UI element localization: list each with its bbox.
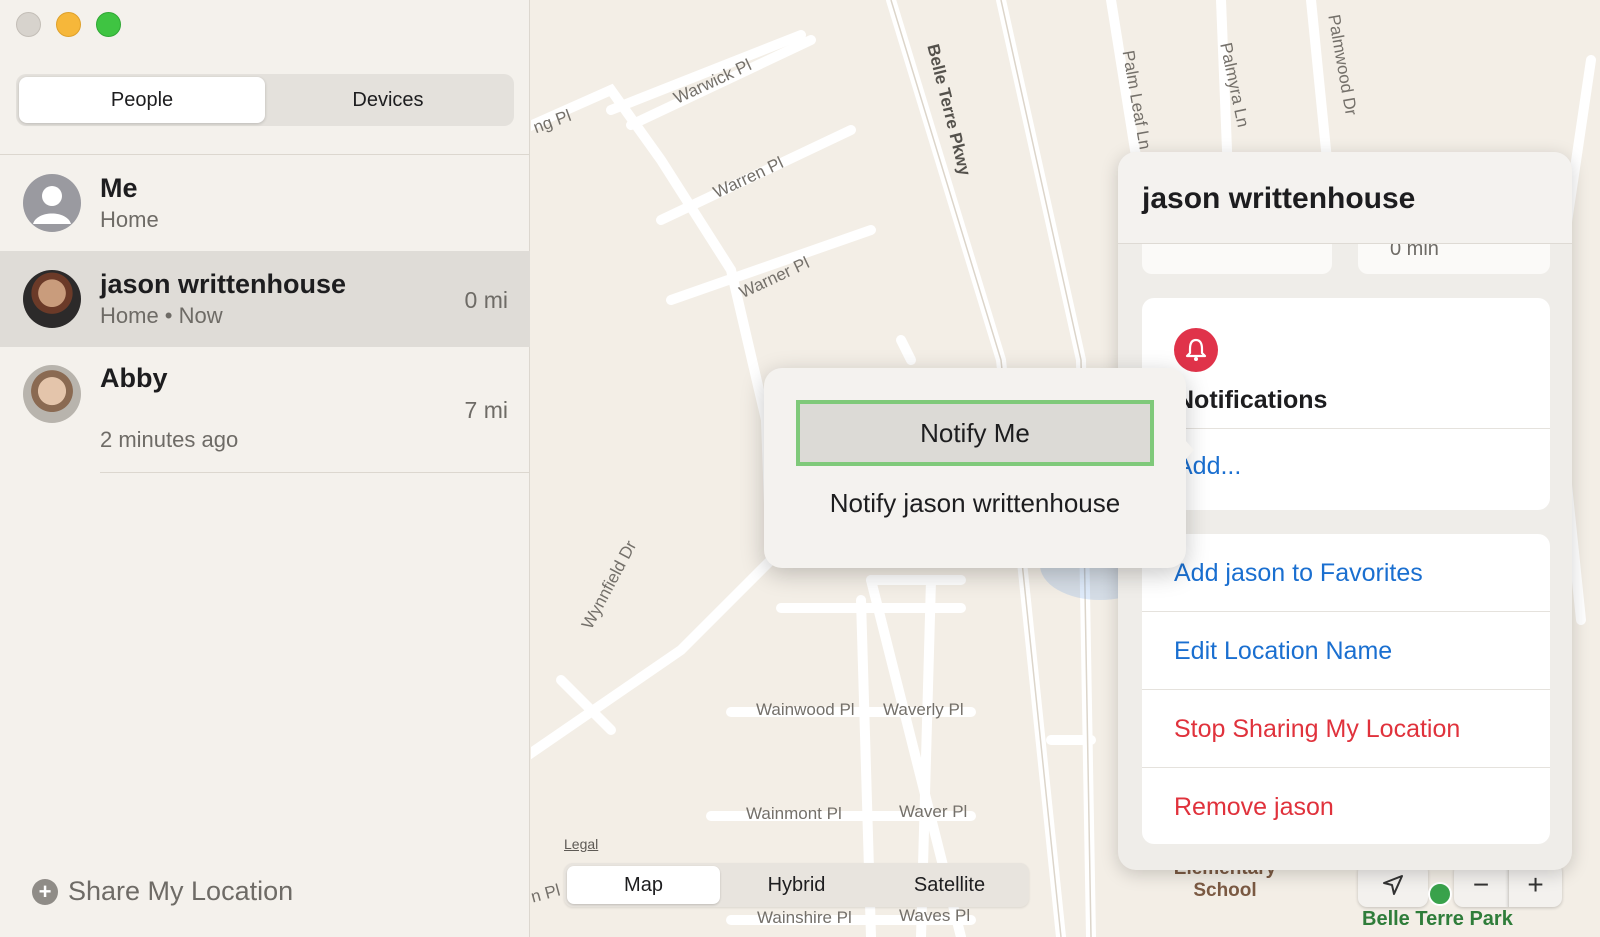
- tab-devices[interactable]: Devices: [265, 77, 511, 123]
- plus-circle-icon: +: [32, 878, 58, 905]
- person-name: Abby: [100, 363, 168, 393]
- divider: [1142, 428, 1550, 429]
- share-my-location-button[interactable]: + Share My Location: [32, 876, 293, 907]
- minimize-window-button[interactable]: [56, 12, 81, 37]
- person-detail-card: 0 min jason writtenhouse Notifications A…: [1118, 152, 1572, 870]
- info-tile: [1142, 244, 1332, 274]
- card-title: jason writtenhouse: [1142, 182, 1416, 215]
- map-mode-satellite[interactable]: Satellite: [873, 866, 1026, 904]
- remove-person-button[interactable]: Remove jason: [1142, 768, 1550, 846]
- list-item-abby[interactable]: Abby 2 minutes ago 7 mi: [0, 347, 530, 473]
- edit-location-name-button[interactable]: Edit Location Name: [1142, 612, 1550, 690]
- sidebar: People Devices Me Home jason writtenhous…: [0, 0, 530, 937]
- person-subtitle: Home • Now: [100, 303, 223, 328]
- person-icon: [33, 186, 71, 224]
- notify-person-option[interactable]: Notify jason writtenhouse: [796, 470, 1154, 536]
- row-divider: [100, 472, 530, 473]
- street-label: Wainmont Pl: [746, 804, 842, 823]
- location-arrow-icon: [1383, 875, 1403, 895]
- people-devices-tabs: People Devices: [16, 74, 514, 126]
- notifications-title: Notifications: [1176, 386, 1328, 414]
- add-to-favorites-button[interactable]: Add jason to Favorites: [1142, 534, 1550, 612]
- notify-me-option[interactable]: Notify Me: [796, 400, 1154, 466]
- person-name: Me: [100, 173, 138, 203]
- bell-icon: [1174, 328, 1218, 372]
- street-label: Waves Pl: [899, 906, 971, 925]
- street-label: Waverly Pl: [883, 700, 964, 719]
- close-window-button[interactable]: [16, 12, 41, 37]
- stop-sharing-location-button[interactable]: Stop Sharing My Location: [1142, 690, 1550, 768]
- list-item-jason[interactable]: jason writtenhouse Home • Now 0 mi: [0, 251, 530, 347]
- legal-link[interactable]: Legal: [564, 836, 598, 852]
- person-name: jason writtenhouse: [100, 269, 347, 299]
- map-mode-hybrid[interactable]: Hybrid: [720, 866, 873, 904]
- avatar: [23, 270, 81, 328]
- share-my-location-label: Share My Location: [68, 876, 294, 906]
- avatar: [23, 365, 81, 423]
- info-tile: 0 min: [1358, 238, 1550, 274]
- list-item-me[interactable]: Me Home: [0, 155, 530, 251]
- tab-people[interactable]: People: [19, 77, 265, 123]
- street-label: Wainshire Pl: [757, 908, 852, 927]
- avatar: [23, 174, 81, 232]
- card-header: jason writtenhouse: [1118, 152, 1572, 244]
- maximize-window-button[interactable]: [96, 12, 121, 37]
- park-label: Belle Terre Park: [1362, 908, 1513, 930]
- map-mode-map[interactable]: Map: [567, 866, 720, 904]
- person-subtitle: 2 minutes ago: [100, 427, 239, 452]
- street-label: Waver Pl: [899, 802, 968, 821]
- notifications-section: Notifications Add...: [1142, 298, 1550, 510]
- popover-arrow: [1176, 430, 1194, 470]
- map-type-toggle: Map Hybrid Satellite: [564, 863, 1029, 907]
- person-distance: 7 mi: [464, 397, 508, 423]
- actions-section: Add jason to Favorites Edit Location Nam…: [1142, 534, 1550, 844]
- park-icon: [1428, 882, 1452, 906]
- street-label: Wainwood Pl: [756, 700, 855, 719]
- notify-popover: Notify Me Notify jason writtenhouse: [764, 368, 1186, 568]
- person-subtitle: Home: [100, 207, 159, 232]
- person-distance: 0 mi: [464, 287, 508, 313]
